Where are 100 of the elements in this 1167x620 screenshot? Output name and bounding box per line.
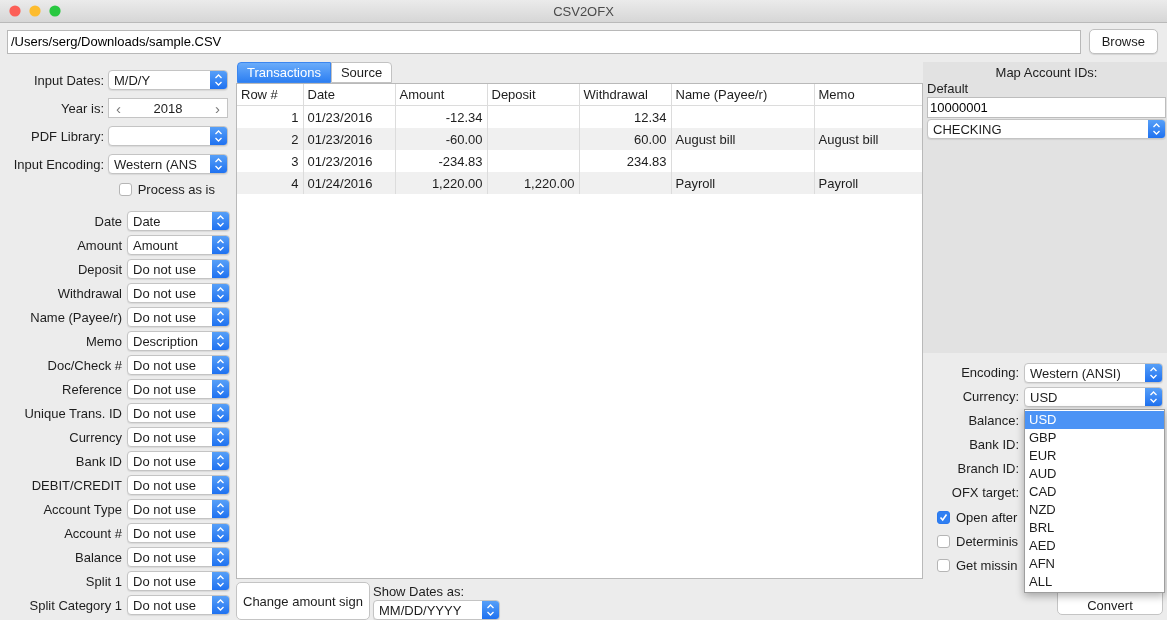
field-label: Amount (76, 237, 122, 253)
year-stepper[interactable]: ‹ 2018 › (108, 98, 228, 118)
dropdown-option[interactable]: NZD (1025, 501, 1164, 519)
close-icon[interactable] (9, 5, 21, 17)
column-select[interactable]: Do not use (127, 259, 230, 279)
field-label: Split 1 (84, 573, 122, 589)
stepper-icon (212, 452, 229, 470)
stepper-icon (1145, 364, 1162, 382)
dropdown-option[interactable]: ALL (1025, 573, 1164, 591)
path-field[interactable]: /Users/serg/Downloads/sample.CSV (7, 29, 1081, 54)
field-label: Account Type (42, 501, 122, 517)
stepper-icon (1148, 120, 1165, 138)
table-cell: Payroll (671, 172, 814, 194)
field-label: PDF Library: (30, 128, 104, 144)
checkbox[interactable] (937, 510, 950, 524)
column-select[interactable]: Do not use (127, 355, 230, 375)
dropdown-option[interactable]: BRL (1025, 519, 1164, 537)
column-select[interactable]: Do not use (127, 523, 230, 543)
stepper-icon (212, 428, 229, 446)
account-id-field[interactable]: 10000001 (927, 97, 1166, 118)
date-display-select[interactable]: MM/DD/YYYY (373, 600, 500, 620)
date-format-select[interactable]: M/D/Y (108, 70, 228, 90)
zoom-icon[interactable] (49, 5, 61, 17)
column-select[interactable]: Do not use (127, 403, 230, 423)
encoding-select[interactable]: Western (ANS (108, 154, 228, 174)
field-label: Balance (74, 549, 122, 565)
table-cell: 234.83 (579, 150, 671, 172)
field-label: Doc/Check # (46, 357, 122, 373)
column-select[interactable]: Do not use (127, 571, 230, 591)
column-select[interactable]: Do not use (127, 283, 230, 303)
checkbox[interactable] (937, 558, 950, 572)
column-select[interactable]: Amount (127, 235, 230, 255)
table-cell: Payroll (814, 172, 922, 194)
field-label: Default (927, 81, 970, 96)
field-label: Deposit (76, 261, 122, 277)
column-header[interactable]: Amount (395, 84, 487, 106)
stepper-icon (212, 260, 229, 278)
pdf-library-select[interactable] (108, 126, 228, 146)
dropdown-option[interactable]: GBP (1025, 429, 1164, 447)
table-cell: 1,220.00 (395, 172, 487, 194)
dropdown-option[interactable]: AFN (1025, 555, 1164, 573)
column-header[interactable]: Row # (237, 84, 303, 106)
field-label: Show Dates as: (373, 584, 466, 599)
encoding-select[interactable]: Western (ANSI) (1024, 363, 1163, 383)
tab[interactable]: Source (330, 62, 393, 83)
dropdown-option[interactable]: EUR (1025, 447, 1164, 465)
column-select[interactable]: Do not use (127, 475, 230, 495)
column-select[interactable]: Do not use (127, 307, 230, 327)
stepper-icon (212, 236, 229, 254)
stepper-icon (212, 476, 229, 494)
dropdown-option[interactable]: CAD (1025, 483, 1164, 501)
stepper-icon (210, 127, 227, 145)
currency-select[interactable]: USD (1024, 387, 1163, 407)
checkbox[interactable] (118, 183, 132, 196)
stepper-icon (212, 572, 229, 590)
table-cell: 60.00 (579, 128, 671, 150)
stepper-icon (212, 212, 229, 230)
column-header[interactable]: Withdrawal (579, 84, 671, 106)
change-sign-button[interactable]: Change amount sign (236, 582, 370, 620)
table-cell: -60.00 (395, 128, 487, 150)
minimize-icon[interactable] (29, 5, 41, 17)
stepper-icon (212, 500, 229, 518)
stepper-icon (1145, 388, 1162, 406)
field-label: Name (Payee/r) (29, 309, 122, 325)
dropdown-option[interactable]: AED (1025, 537, 1164, 555)
stepper-icon (212, 596, 229, 614)
column-select[interactable]: Do not use (127, 499, 230, 519)
field-label: Reference (61, 381, 122, 397)
column-header[interactable]: Name (Payee/r) (671, 84, 814, 106)
field-label: Input Encoding: (12, 156, 104, 172)
field-label: Bank ID: (968, 436, 1019, 454)
browse-button[interactable]: Browse (1088, 29, 1158, 54)
stepper-icon (212, 332, 229, 350)
field-label: Input Dates: (32, 72, 104, 88)
window-title: CSV2OFX (553, 3, 614, 19)
account-type-select[interactable]: CHECKING (927, 119, 1166, 139)
stepper-icon (210, 71, 227, 89)
column-select[interactable]: Do not use (127, 379, 230, 399)
panel-title: Map Account IDs: (994, 65, 1099, 80)
table-cell: 01/23/2016 (303, 150, 395, 172)
table-cell: 3 (237, 150, 303, 172)
checkbox-label: Open after (956, 509, 1018, 525)
column-select[interactable]: Do not use (127, 427, 230, 447)
column-select[interactable]: Do not use (127, 547, 230, 567)
field-label: Unique Trans. ID (23, 405, 122, 421)
column-select[interactable]: Date (127, 211, 230, 231)
column-select[interactable]: Description (127, 331, 230, 351)
field-label: Memo (84, 333, 122, 349)
column-header[interactable]: Deposit (487, 84, 579, 106)
column-header[interactable]: Date (303, 84, 395, 106)
stepper-icon (212, 524, 229, 542)
dropdown-option[interactable]: AUD (1025, 465, 1164, 483)
table-cell: 2 (237, 128, 303, 150)
field-label: Date (93, 213, 122, 229)
column-select[interactable]: Do not use (127, 595, 230, 615)
column-select[interactable]: Do not use (127, 451, 230, 471)
stepper-icon (482, 601, 499, 619)
checkbox[interactable] (937, 534, 950, 548)
field-label: Account # (63, 525, 122, 541)
stepper-icon (210, 155, 227, 173)
